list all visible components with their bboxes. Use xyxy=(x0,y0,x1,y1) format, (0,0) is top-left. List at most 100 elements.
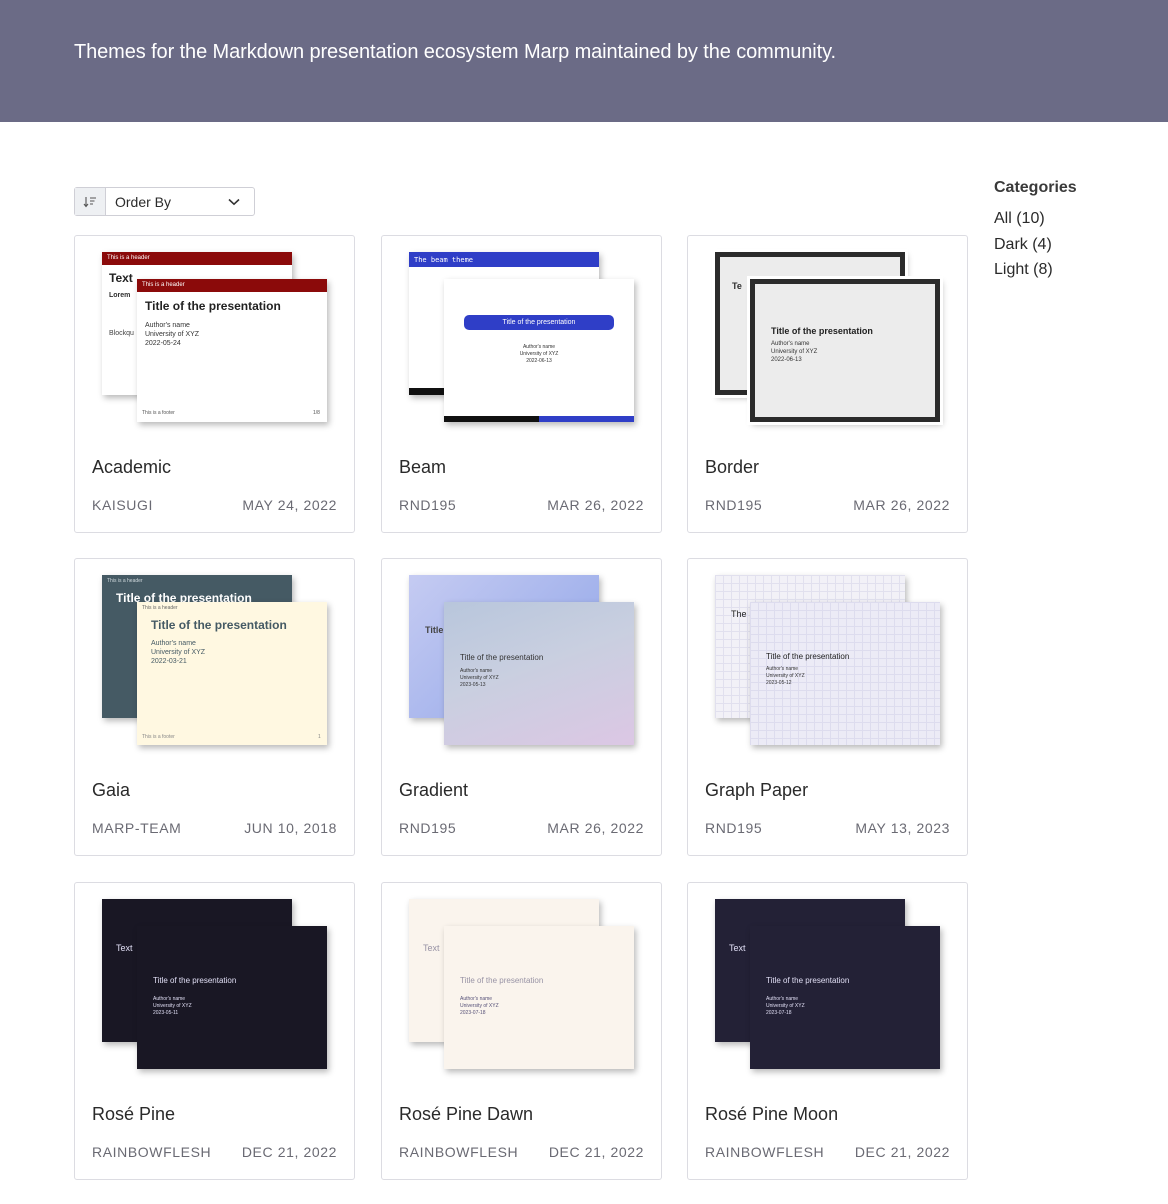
theme-title[interactable]: Rosé Pine xyxy=(92,1104,175,1125)
slide-thumbnail: Title of the presentation Author's name … xyxy=(444,602,634,745)
theme-date: DEC 21, 2022 xyxy=(548,1144,644,1160)
theme-preview: Te Title of the presentation Author's na… xyxy=(712,249,944,425)
theme-card-rose-pine[interactable]: Text Title of the presentation Author's … xyxy=(74,882,355,1180)
slide-header-text: This is a header xyxy=(142,282,185,288)
theme-preview: Text Title of the presentation Author's … xyxy=(712,899,944,1071)
slide-author: Author's name xyxy=(151,640,196,647)
theme-date: DEC 21, 2022 xyxy=(854,1144,950,1160)
theme-title[interactable]: Academic xyxy=(92,457,171,478)
chevron-down-icon xyxy=(228,198,240,206)
slide-date: 2022-05-24 xyxy=(145,340,181,347)
theme-title[interactable]: Rosé Pine Dawn xyxy=(399,1104,533,1125)
theme-date: MAR 26, 2022 xyxy=(853,497,950,513)
slide-heading: Title xyxy=(425,625,444,635)
order-by-select[interactable]: Order By xyxy=(74,187,255,216)
slide-university: University of XYZ xyxy=(766,1003,805,1009)
theme-author: KAISUGI xyxy=(92,497,153,513)
slide-author: Author's name xyxy=(522,344,556,350)
theme-card-graph-paper[interactable]: The Title of the presentation Author's n… xyxy=(687,558,968,856)
theme-title[interactable]: Rosé Pine Moon xyxy=(705,1104,838,1125)
theme-preview: Title Title of the presentation Author's… xyxy=(406,575,638,747)
category-light[interactable]: Light (8) xyxy=(994,261,1053,279)
theme-title[interactable]: Graph Paper xyxy=(705,780,808,801)
slide-thumbnail: Title of the presentation Author's name … xyxy=(750,602,940,745)
theme-title[interactable]: Beam xyxy=(399,457,446,478)
slide-thumbnail: This is a header Title of the presentati… xyxy=(137,602,327,745)
theme-date: MAR 26, 2022 xyxy=(547,497,644,513)
slide-thumbnail: Title of the presentation Author's name … xyxy=(444,926,634,1069)
slide-header-text: This is a header xyxy=(107,255,150,261)
theme-title[interactable]: Gaia xyxy=(92,780,130,801)
slide-author: Author's name xyxy=(145,322,190,329)
theme-author: RAINBOWFLESH xyxy=(705,1144,825,1160)
slide-title: Title of the presentation xyxy=(153,976,237,985)
theme-card-beam[interactable]: The beam theme Title of the presentation… xyxy=(381,235,662,533)
categories-heading: Categories xyxy=(994,179,1077,196)
theme-date: MAY 24, 2022 xyxy=(242,497,337,513)
slide-university: University of XYZ xyxy=(153,1003,192,1009)
slide-title: Title of the presentation xyxy=(460,653,544,662)
page-banner: Themes for the Markdown presentation eco… xyxy=(0,0,1168,122)
slide-thumbnail: Title of the presentation Author's name … xyxy=(444,279,634,422)
slide-heading: The xyxy=(731,609,747,619)
slide-author: Author's name xyxy=(771,341,810,347)
slide-title: Title of the presentation xyxy=(151,618,287,632)
slide-thumbnail: Title of the presentation Author's name … xyxy=(137,926,327,1069)
slide-heading: Text xyxy=(116,943,133,953)
slide-header-text: The beam theme xyxy=(414,256,474,264)
slide-date: 2023-05-13 xyxy=(460,682,486,688)
slide-heading: Text xyxy=(109,271,133,285)
slide-footer: This is a footer xyxy=(142,410,175,416)
banner-description: Themes for the Markdown presentation eco… xyxy=(74,41,836,63)
theme-author: RND195 xyxy=(399,497,457,513)
category-all[interactable]: All (10) xyxy=(994,210,1045,228)
slide-heading: Text xyxy=(423,943,440,953)
slide-university: University of XYZ xyxy=(145,331,200,338)
sort-icon[interactable] xyxy=(75,188,106,215)
slide-university: University of XYZ xyxy=(519,351,559,357)
theme-card-academic[interactable]: This is a header Text Lorem Blockqu This… xyxy=(74,235,355,533)
slide-author: Author's name xyxy=(153,996,186,1002)
slide-author: Author's name xyxy=(460,668,493,674)
theme-card-rose-pine-dawn[interactable]: Text Title of the presentation Author's … xyxy=(381,882,662,1180)
slide-title: Title of the presentation xyxy=(766,976,850,985)
order-by-label: Order By xyxy=(115,193,172,210)
slide-author: Author's name xyxy=(766,996,799,1002)
theme-preview: Text Title of the presentation Author's … xyxy=(406,899,638,1071)
slide-header-text: This is a header xyxy=(107,578,143,584)
slide-date: 2023-07-18 xyxy=(460,1010,486,1016)
theme-card-rose-pine-moon[interactable]: Text Title of the presentation Author's … xyxy=(687,882,968,1180)
theme-title[interactable]: Gradient xyxy=(399,780,468,801)
slide-text: Lorem xyxy=(109,292,131,299)
slide-date: 2023-07-18 xyxy=(766,1010,792,1016)
theme-author: RAINBOWFLESH xyxy=(399,1144,519,1160)
slide-footer: This is a footer xyxy=(142,734,175,740)
slide-title: Title of the presentation xyxy=(145,299,281,313)
theme-date: DEC 21, 2022 xyxy=(241,1144,337,1160)
slide-thumbnail: This is a header Title of the presentati… xyxy=(137,279,327,422)
slide-university: University of XYZ xyxy=(460,1003,499,1009)
theme-author: MARP-TEAM xyxy=(92,820,182,836)
slide-thumbnail: Title of the presentation Author's name … xyxy=(747,276,943,425)
slide-heading: Te xyxy=(732,281,742,291)
slide-university: University of XYZ xyxy=(771,349,818,355)
slide-date: 2022-06-13 xyxy=(526,358,552,364)
theme-author: RND195 xyxy=(705,820,763,836)
category-dark[interactable]: Dark (4) xyxy=(994,236,1052,254)
slide-date: 2022-03-21 xyxy=(151,658,187,665)
slide-page-number: 1 xyxy=(318,734,321,740)
slide-title: Title of the presentation xyxy=(502,319,576,326)
theme-date: MAR 26, 2022 xyxy=(547,820,644,836)
slide-date: 2023-05-12 xyxy=(766,680,792,686)
theme-card-border[interactable]: Te Title of the presentation Author's na… xyxy=(687,235,968,533)
slide-thumbnail: Title of the presentation Author's name … xyxy=(750,926,940,1069)
theme-preview: The Title of the presentation Author's n… xyxy=(712,575,944,747)
theme-card-gaia[interactable]: This is a header Title of the presentati… xyxy=(74,558,355,856)
theme-author: RND195 xyxy=(399,820,457,836)
theme-title[interactable]: Border xyxy=(705,457,759,478)
theme-author: RND195 xyxy=(705,497,763,513)
theme-card-gradient[interactable]: Title Title of the presentation Author's… xyxy=(381,558,662,856)
slide-title: Title of the presentation xyxy=(460,976,544,985)
slide-university: University of XYZ xyxy=(460,675,499,681)
slide-heading: Text xyxy=(729,943,746,953)
